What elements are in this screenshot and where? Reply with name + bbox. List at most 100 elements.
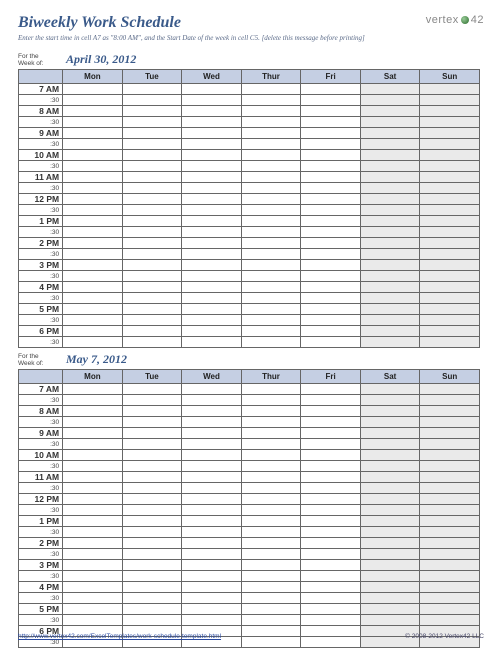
- schedule-cell[interactable]: [182, 106, 242, 117]
- schedule-cell[interactable]: [360, 439, 420, 450]
- schedule-cell[interactable]: [122, 183, 182, 194]
- schedule-cell[interactable]: [301, 450, 361, 461]
- schedule-cell[interactable]: [420, 326, 480, 337]
- schedule-cell[interactable]: [241, 194, 301, 205]
- schedule-cell[interactable]: [420, 260, 480, 271]
- schedule-cell[interactable]: [301, 406, 361, 417]
- schedule-cell[interactable]: [360, 582, 420, 593]
- schedule-cell[interactable]: [122, 337, 182, 348]
- schedule-cell[interactable]: [182, 205, 242, 216]
- schedule-cell[interactable]: [420, 615, 480, 626]
- schedule-cell[interactable]: [420, 461, 480, 472]
- schedule-cell[interactable]: [360, 161, 420, 172]
- schedule-cell[interactable]: [182, 538, 242, 549]
- schedule-cell[interactable]: [301, 128, 361, 139]
- schedule-cell[interactable]: [182, 593, 242, 604]
- schedule-cell[interactable]: [241, 337, 301, 348]
- schedule-cell[interactable]: [122, 439, 182, 450]
- schedule-cell[interactable]: [182, 326, 242, 337]
- schedule-cell[interactable]: [241, 117, 301, 128]
- schedule-cell[interactable]: [63, 593, 123, 604]
- schedule-cell[interactable]: [301, 439, 361, 450]
- schedule-cell[interactable]: [122, 604, 182, 615]
- schedule-cell[interactable]: [63, 249, 123, 260]
- schedule-cell[interactable]: [301, 472, 361, 483]
- schedule-cell[interactable]: [301, 304, 361, 315]
- schedule-cell[interactable]: [63, 106, 123, 117]
- schedule-cell[interactable]: [182, 194, 242, 205]
- schedule-cell[interactable]: [241, 282, 301, 293]
- schedule-cell[interactable]: [122, 406, 182, 417]
- schedule-cell[interactable]: [182, 227, 242, 238]
- schedule-cell[interactable]: [360, 282, 420, 293]
- schedule-cell[interactable]: [63, 337, 123, 348]
- schedule-cell[interactable]: [182, 571, 242, 582]
- schedule-cell[interactable]: [63, 428, 123, 439]
- schedule-cell[interactable]: [241, 326, 301, 337]
- schedule-cell[interactable]: [360, 194, 420, 205]
- schedule-cell[interactable]: [182, 472, 242, 483]
- schedule-cell[interactable]: [182, 384, 242, 395]
- schedule-cell[interactable]: [301, 205, 361, 216]
- schedule-cell[interactable]: [122, 216, 182, 227]
- schedule-cell[interactable]: [301, 95, 361, 106]
- schedule-cell[interactable]: [301, 227, 361, 238]
- schedule-cell[interactable]: [241, 450, 301, 461]
- schedule-cell[interactable]: [301, 560, 361, 571]
- schedule-cell[interactable]: [301, 326, 361, 337]
- schedule-cell[interactable]: [241, 571, 301, 582]
- schedule-cell[interactable]: [63, 172, 123, 183]
- schedule-cell[interactable]: [63, 183, 123, 194]
- schedule-cell[interactable]: [63, 315, 123, 326]
- schedule-cell[interactable]: [301, 571, 361, 582]
- schedule-cell[interactable]: [360, 117, 420, 128]
- schedule-cell[interactable]: [241, 183, 301, 194]
- schedule-cell[interactable]: [63, 395, 123, 406]
- schedule-cell[interactable]: [301, 593, 361, 604]
- schedule-cell[interactable]: [182, 183, 242, 194]
- schedule-cell[interactable]: [301, 315, 361, 326]
- schedule-cell[interactable]: [182, 406, 242, 417]
- schedule-cell[interactable]: [63, 205, 123, 216]
- schedule-cell[interactable]: [122, 615, 182, 626]
- schedule-cell[interactable]: [122, 494, 182, 505]
- schedule-cell[interactable]: [122, 139, 182, 150]
- schedule-cell[interactable]: [360, 337, 420, 348]
- schedule-cell[interactable]: [182, 315, 242, 326]
- schedule-cell[interactable]: [241, 128, 301, 139]
- schedule-cell[interactable]: [122, 527, 182, 538]
- schedule-cell[interactable]: [182, 84, 242, 95]
- schedule-cell[interactable]: [241, 384, 301, 395]
- schedule-cell[interactable]: [360, 560, 420, 571]
- schedule-cell[interactable]: [420, 150, 480, 161]
- schedule-cell[interactable]: [360, 150, 420, 161]
- schedule-cell[interactable]: [122, 205, 182, 216]
- schedule-cell[interactable]: [420, 106, 480, 117]
- schedule-cell[interactable]: [122, 593, 182, 604]
- schedule-cell[interactable]: [182, 483, 242, 494]
- schedule-cell[interactable]: [63, 384, 123, 395]
- schedule-cell[interactable]: [241, 271, 301, 282]
- schedule-cell[interactable]: [182, 238, 242, 249]
- schedule-cell[interactable]: [301, 384, 361, 395]
- schedule-cell[interactable]: [241, 582, 301, 593]
- schedule-cell[interactable]: [360, 604, 420, 615]
- schedule-cell[interactable]: [420, 117, 480, 128]
- schedule-cell[interactable]: [360, 593, 420, 604]
- schedule-cell[interactable]: [360, 395, 420, 406]
- schedule-cell[interactable]: [241, 238, 301, 249]
- schedule-cell[interactable]: [420, 604, 480, 615]
- schedule-cell[interactable]: [420, 560, 480, 571]
- schedule-cell[interactable]: [122, 384, 182, 395]
- schedule-cell[interactable]: [63, 238, 123, 249]
- schedule-cell[interactable]: [301, 337, 361, 348]
- schedule-cell[interactable]: [182, 494, 242, 505]
- schedule-cell[interactable]: [360, 139, 420, 150]
- schedule-cell[interactable]: [241, 428, 301, 439]
- schedule-cell[interactable]: [182, 95, 242, 106]
- schedule-cell[interactable]: [182, 216, 242, 227]
- schedule-cell[interactable]: [122, 582, 182, 593]
- schedule-cell[interactable]: [360, 128, 420, 139]
- schedule-cell[interactable]: [420, 304, 480, 315]
- schedule-cell[interactable]: [241, 315, 301, 326]
